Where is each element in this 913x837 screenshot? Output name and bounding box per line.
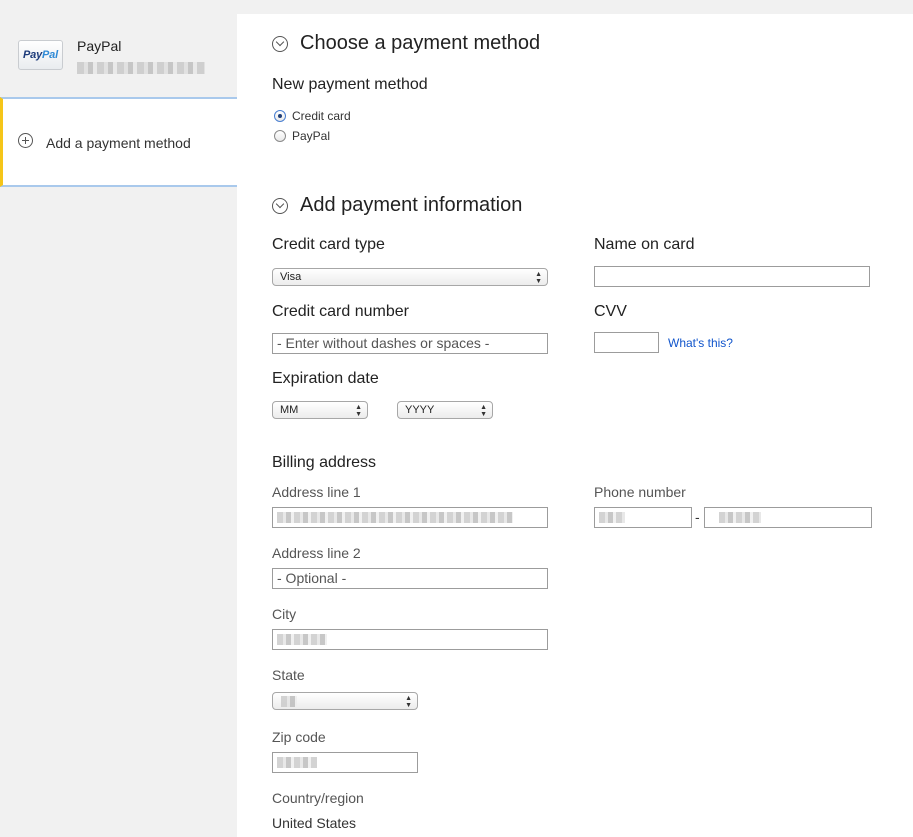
select-arrows-icon: ▲ ▼ xyxy=(480,404,487,418)
radio-paypal-label: PayPal xyxy=(292,129,331,143)
city-input[interactable] xyxy=(272,629,548,650)
card-type-label: Credit card type xyxy=(272,236,385,253)
state-select[interactable]: ▲ ▼ xyxy=(272,692,418,710)
cvv-help-link[interactable]: What's this? xyxy=(668,336,733,350)
select-arrows-icon: ▲ ▼ xyxy=(355,404,362,418)
zip-label: Zip code xyxy=(272,729,326,745)
expiration-label: Expiration date xyxy=(272,370,379,387)
paypal-logo-text-pal: Pal xyxy=(42,49,58,61)
exp-month-value: MM xyxy=(280,404,299,416)
sidebar-item-paypal[interactable]: PayPal PayPal xyxy=(0,0,237,97)
country-label: Country/region xyxy=(272,790,364,806)
sidebar-item-add-payment-method[interactable]: Add a payment method xyxy=(0,97,237,187)
radio-paypal[interactable]: PayPal xyxy=(274,129,330,143)
add-info-header[interactable]: Add payment information xyxy=(272,194,522,217)
card-type-select[interactable]: Visa ▲ ▼ xyxy=(272,268,548,286)
paypal-logo-icon: PayPal xyxy=(18,40,63,70)
phone-separator: - xyxy=(695,509,700,525)
choose-method-header[interactable]: Choose a payment method xyxy=(272,32,540,55)
select-arrows-icon: ▲ ▼ xyxy=(535,271,542,285)
radio-button-checked[interactable] xyxy=(274,110,286,122)
add-info-title: Add payment information xyxy=(300,194,523,216)
select-arrows-icon: ▲ ▼ xyxy=(405,695,412,709)
chevron-down-circle-icon xyxy=(272,197,288,214)
card-type-value: Visa xyxy=(280,271,302,283)
phone-part1-input[interactable] xyxy=(594,507,692,528)
cvv-label: CVV xyxy=(594,303,627,320)
state-value-redacted xyxy=(281,696,297,707)
sidebar: PayPal PayPal Add a payment method xyxy=(0,0,237,837)
address1-input[interactable] xyxy=(272,507,548,528)
chevron-down-circle-icon xyxy=(272,35,288,52)
city-label: City xyxy=(272,606,297,622)
cvv-input[interactable] xyxy=(594,332,659,353)
exp-year-select[interactable]: YYYY ▲ ▼ xyxy=(397,401,493,419)
name-on-card-input[interactable] xyxy=(594,266,870,287)
country-value: United States xyxy=(272,815,357,831)
radio-button-unchecked[interactable] xyxy=(274,130,286,142)
phone-part2-redacted xyxy=(719,512,761,523)
phone-part1-redacted xyxy=(599,512,625,523)
radio-credit-card[interactable]: Credit card xyxy=(274,109,351,123)
radio-credit-card-label: Credit card xyxy=(292,109,351,123)
billing-address-title: Billing address xyxy=(272,454,377,471)
main-content: Choose a payment method New payment meth… xyxy=(237,14,913,837)
paypal-account-email-redacted xyxy=(77,62,205,74)
zip-input[interactable] xyxy=(272,752,418,773)
choose-method-title: Choose a payment method xyxy=(300,32,541,54)
zip-value-redacted xyxy=(277,757,317,768)
name-on-card-label: Name on card xyxy=(594,236,695,253)
exp-year-value: YYYY xyxy=(405,404,435,416)
card-number-input[interactable]: - Enter without dashes or spaces - xyxy=(272,333,548,354)
address1-label: Address line 1 xyxy=(272,484,361,500)
address2-input[interactable]: - Optional - xyxy=(272,568,548,589)
new-payment-method-label: New payment method xyxy=(272,76,428,93)
address2-placeholder: - Optional - xyxy=(277,570,347,586)
card-number-placeholder: - Enter without dashes or spaces - xyxy=(277,335,490,351)
paypal-account-name: PayPal xyxy=(77,38,122,54)
state-label: State xyxy=(272,667,305,683)
address1-value-redacted xyxy=(277,512,513,523)
address2-label: Address line 2 xyxy=(272,545,361,561)
paypal-logo-text-pay: Pay xyxy=(23,49,43,61)
card-number-label: Credit card number xyxy=(272,303,409,320)
city-value-redacted xyxy=(277,634,327,645)
phone-label: Phone number xyxy=(594,484,686,500)
phone-part2-input[interactable] xyxy=(704,507,872,528)
add-payment-method-label: Add a payment method xyxy=(46,135,191,151)
plus-circle-icon xyxy=(18,133,33,148)
exp-month-select[interactable]: MM ▲ ▼ xyxy=(272,401,368,419)
